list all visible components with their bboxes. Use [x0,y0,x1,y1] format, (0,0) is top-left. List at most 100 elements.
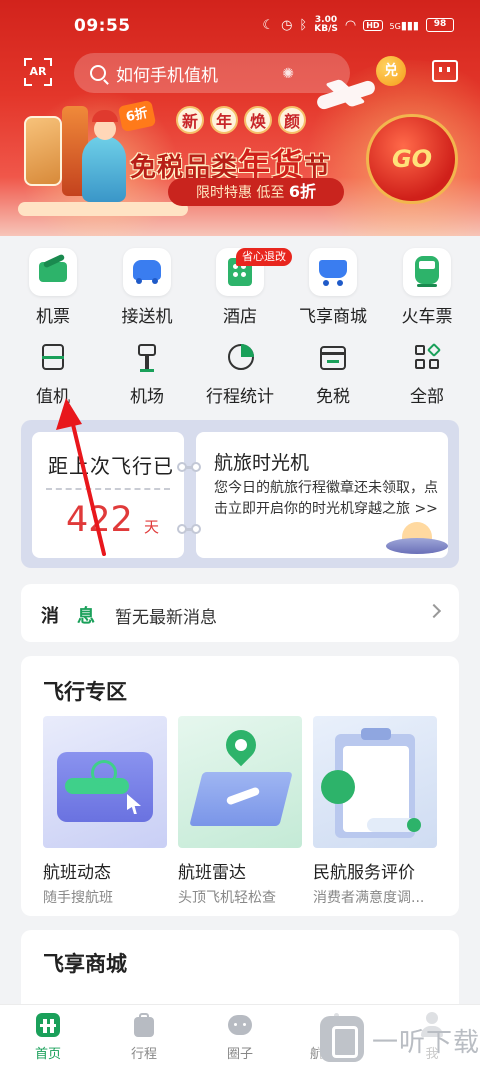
wifi-icon: ◠ [344,17,357,33]
flight-status-card[interactable]: 航班动态 随手搜航班 [43,716,167,907]
service-flight-ticket[interactable]: 机票 [13,248,93,327]
home-icon [33,1011,63,1039]
luggage-icon [129,1011,159,1039]
message-icon[interactable] [432,60,458,82]
phone-illustration [24,116,62,186]
signal-icon: 5G▮▮▮ [389,18,419,32]
status-icons: ☾ ◷ ᛒ 3.00 KB/S ◠ HD 5G▮▮▮ 98 [262,16,454,34]
card-link-dot [177,524,187,534]
section-title: 飞行专区 [43,680,127,704]
lantern-text: GO [391,145,433,173]
service-airport-transfer[interactable]: 接送机 [107,248,187,327]
ar-frame-icon [24,78,32,86]
speed-unit: KB/S [314,24,338,34]
pie-chart-icon [223,340,257,374]
search-input[interactable]: 如何手机值机 ✺ [74,53,350,93]
tab-label: 行程 [130,1047,157,1062]
service-airport[interactable]: 机场 [107,340,187,407]
ar-scan-button[interactable]: AR [24,58,52,86]
flight-radar-card[interactable]: 航班雷达 头顶飞机轻松查 [178,716,302,907]
community-icon [225,1011,255,1039]
ufo-disk [386,538,448,554]
airport-icon [130,340,164,374]
service-label: 免税 [316,387,350,407]
hotel-badge: 省心退改 [236,248,292,266]
service-trip-stats[interactable]: 行程统计 [200,340,280,407]
hd-icon: HD [363,19,383,31]
card-name: 航班雷达 [178,863,246,883]
status-time: 09:55 [74,16,131,36]
check-in-icon [36,340,70,374]
banner-subtitle-text: 限时特惠 低至 [195,185,285,201]
ar-label: AR [29,65,47,78]
service-shop[interactable]: 飞享商城 [293,248,373,327]
days-since-flight-card[interactable]: 距上次飞行已 422 天 [32,432,184,558]
service-label: 机票 [36,307,70,327]
service-check-in[interactable]: 值机 [13,340,93,407]
service-duty-free[interactable]: 免税 [293,340,373,407]
card-subtitle: 消费者满意度调... [313,890,425,906]
section-title: 飞享商城 [43,952,127,976]
banner-subtitle: 限时特惠 低至 6折 [168,178,344,206]
service-label: 机场 [130,387,164,407]
tab-home[interactable]: 首页 [8,1011,88,1062]
flight-ticket-icon [29,248,77,296]
tab-community[interactable]: 圈子 [200,1011,280,1062]
search-placeholder: 如何手机值机 [116,65,218,86]
service-label: 酒店 [223,307,257,327]
service-label: 火车票 [401,307,453,327]
figure-illustration [82,110,126,202]
shopping-cart-icon [309,248,357,296]
service-rating-illustration [313,716,437,848]
banner-headline-chars: 新 年 焕 颜 [176,106,306,134]
service-label: 飞享商城 [299,307,367,327]
time-machine-title: 航旅时光机 [214,452,310,474]
status-bar: 09:55 ☾ ◷ ᛒ 3.00 KB/S ◠ HD 5G▮▮▮ 98 [0,0,480,48]
card-subtitle: 随手搜航班 [43,890,113,906]
headline-char: 年 [210,106,238,134]
service-label: 值机 [36,387,70,407]
divider [46,488,170,490]
card-name: 民航服务评价 [313,863,415,883]
messages-text: 暂无最新消息 [115,608,217,628]
train-icon [403,248,451,296]
service-rating-card[interactable]: 民航服务评价 消费者满意度调... [313,716,437,907]
network-speed: 3.00 KB/S [314,16,338,34]
time-machine-desc: 您今日的航旅行程徽章还未领取，点击立即开启你的时光机穿越之旅 >> [214,480,438,517]
messages-row[interactable]: 消 息 暂无最新消息 [21,584,459,642]
headline-char: 焕 [244,106,272,134]
ar-frame-icon [44,78,52,86]
days-count: 422 [66,500,133,540]
hero-banner[interactable]: 09:55 ☾ ◷ ᛒ 3.00 KB/S ◠ HD 5G▮▮▮ 98 AR 如… [0,0,480,236]
messages-label-accent: 息 [77,606,95,627]
messages-label: 消 [41,606,59,627]
tab-trips[interactable]: 行程 [104,1011,184,1062]
ufo-illustration [386,520,448,560]
flight-status-illustration [43,716,167,848]
chevron-right-icon [426,603,442,619]
watermark-text: 一听下载 [372,1028,480,1058]
service-all[interactable]: 全部 [387,340,467,407]
flight-radar-illustration [178,716,302,848]
battery-icon: 98 [426,18,454,32]
alarm-icon: ◷ [281,17,293,33]
headline-char: 新 [176,106,204,134]
car-icon [123,248,171,296]
watermark: 一听下载 [318,1008,480,1070]
card-name: 航班动态 [43,863,111,883]
grid-icon [410,340,444,374]
search-icon [90,65,106,81]
stage-illustration [18,202,188,216]
redeem-coin-button[interactable]: 兑 [376,56,406,86]
bluetooth-icon: ᛒ [299,17,308,33]
service-label: 行程统计 [206,387,274,407]
service-train[interactable]: 火车票 [387,248,467,327]
network-type: 5G [389,21,401,31]
service-label: 接送机 [121,307,173,327]
watermark-logo-icon [320,1016,364,1062]
card-subtitle: 头顶飞机轻松查 [178,890,276,906]
tab-label: 首页 [34,1047,61,1062]
card-link-dot [191,462,201,472]
tab-label: 圈子 [226,1047,253,1062]
days-unit: 天 [144,518,160,536]
